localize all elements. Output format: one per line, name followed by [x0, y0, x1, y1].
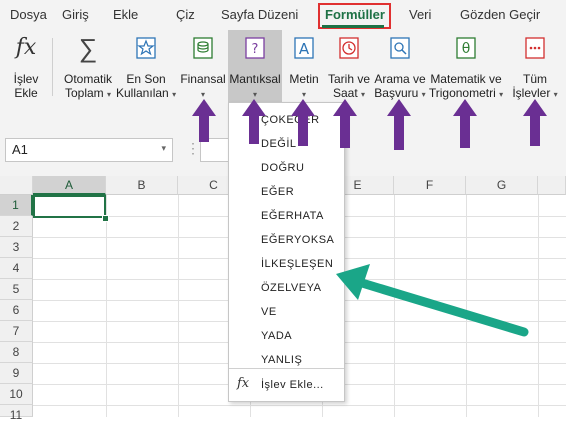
purple-arrow-icon [387, 99, 411, 150]
purple-arrow-icon [523, 99, 547, 146]
purple-arrow-icon [242, 99, 266, 144]
purple-arrow-icon [453, 99, 477, 148]
teal-arrow-icon [336, 264, 529, 337]
purple-arrow-icon [291, 99, 315, 146]
purple-arrow-icon [333, 99, 357, 148]
purple-arrow-icon [192, 99, 216, 142]
annotation-overlay [192, 99, 547, 337]
